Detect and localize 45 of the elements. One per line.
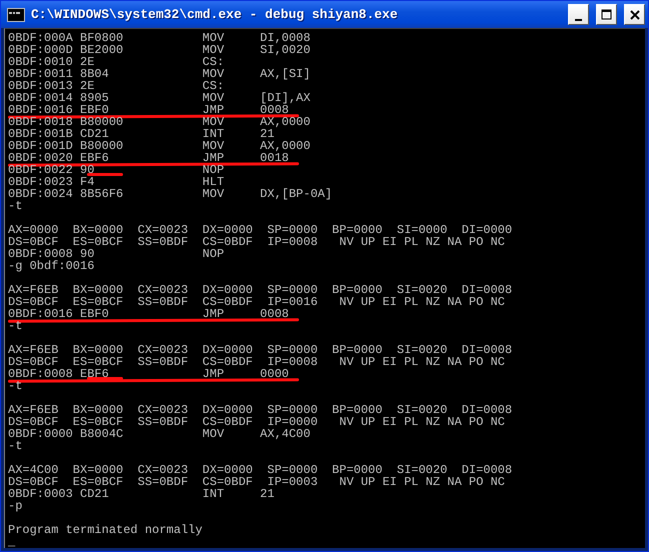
console-line: -t [8, 380, 22, 392]
console-line: 0BDF:0016 EBF0 JMP 0008 [8, 104, 289, 116]
console-line: 0BDF:0000 B8004C MOV AX,4C00 [8, 428, 310, 440]
console-line: 0BDF:0011 8B04 MOV AX,[SI] [8, 68, 310, 80]
console-line: DS=0BCF ES=0BCF SS=0BDF CS=0BDF IP=0000 NV UP EI PL NZ NA PO NC [8, 416, 505, 428]
console-line: -g 0bdf:0016 [8, 260, 94, 272]
console-line: 0BDF:0018 B80000 MOV AX,0000 [8, 116, 310, 128]
console-line: AX=F6EB BX=0000 CX=0023 DX=0000 SP=0000 BP=0000 SI=0020 DI=0008 [8, 404, 512, 416]
console-line: Program terminated normally [8, 524, 202, 536]
close-button[interactable] [624, 4, 645, 25]
maximize-icon [601, 9, 612, 20]
console-line: 0BDF:0024 8B56F6 MOV DX,[BP-0A] [8, 188, 332, 200]
console-line: AX=0000 BX=0000 CX=0023 DX=0000 SP=0000 BP=0000 SI=0000 DI=0000 [8, 224, 512, 236]
console-line: 0BDF:0020 EBF6 JMP 0018 [8, 152, 289, 164]
console-line: 0BDF:0013 2E CS: [8, 80, 224, 92]
window-title: C:\WINDOWS\system32\cmd.exe - debug shiyan8.exe [31, 7, 399, 22]
console-line: DS=0BCF ES=0BCF SS=0BDF CS=0BDF IP=0016 NV UP EI PL NZ NA PO NC [8, 296, 505, 308]
console-line: AX=F6EB BX=0000 CX=0023 DX=0000 SP=0000 BP=0000 SI=0020 DI=0008 [8, 344, 512, 356]
console-line: DS=0BCF ES=0BCF SS=0BDF CS=0BDF IP=0008 NV UP EI PL NZ NA PO NC [8, 356, 505, 368]
minimize-icon [575, 18, 582, 20]
console-line: -p [8, 500, 22, 512]
console-line: 0BDF:000A BF0800 MOV DI,0008 [8, 32, 310, 44]
console-icon [7, 8, 25, 22]
console-line: 0BDF:001B CD21 INT 21 [8, 128, 274, 140]
console-line: 0BDF:0008 EBF6 JMP 0000 [8, 368, 289, 380]
console-line: 0BDF:0003 CD21 INT 21 [8, 488, 274, 500]
minimize-button[interactable] [568, 4, 589, 25]
console-line: -t [8, 320, 22, 332]
console-line: -t [8, 200, 22, 212]
console-line: DS=0BCF ES=0BCF SS=0BDF CS=0BDF IP=0003 NV UP EI PL NZ NA PO NC [8, 476, 505, 488]
console-line: DS=0BCF ES=0BCF SS=0BDF CS=0BDF IP=0008 NV UP EI PL NZ NA PO NC [8, 236, 505, 248]
console-line: 0BDF:0023 F4 HLT [8, 176, 224, 188]
console-line: _ [8, 536, 16, 548]
console-line: 0BDF:0014 8905 MOV [DI],AX [8, 92, 310, 104]
console-line: 0BDF:001D B80000 MOV AX,0000 [8, 140, 310, 152]
console-line: 0BDF:0022 90 NOP [8, 164, 224, 176]
console-line: 0BDF:000D BE2000 MOV SI,0020 [8, 44, 310, 56]
console-line: AX=4C00 BX=0000 CX=0023 DX=0000 SP=0000 BP=0000 SI=0020 DI=0008 [8, 464, 512, 476]
close-icon [630, 10, 640, 20]
maximize-button[interactable] [596, 4, 617, 25]
console-line: AX=F6EB BX=0000 CX=0023 DX=0000 SP=0000 BP=0000 SI=0020 DI=0008 [8, 284, 512, 296]
console-line: 0BDF:0008 90 NOP [8, 248, 224, 260]
console-line: -t [8, 440, 22, 452]
console-line: 0BDF:0016 EBF0 JMP 0008 [8, 308, 289, 320]
console-line: 0BDF:0010 2E CS: [8, 56, 224, 68]
